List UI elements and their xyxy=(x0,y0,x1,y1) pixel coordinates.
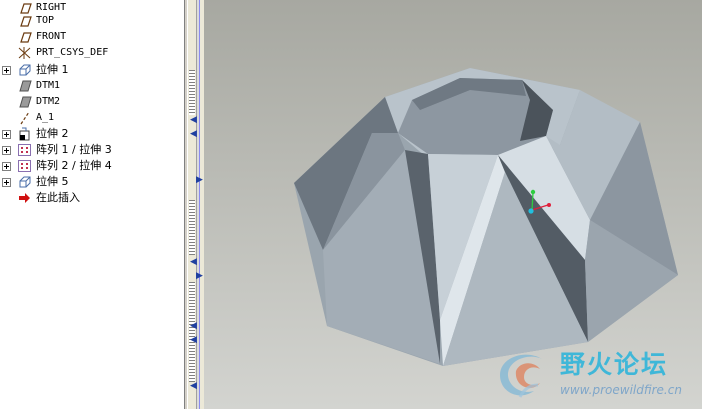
expand-toggle-icon[interactable] xyxy=(2,66,11,75)
triad-y-tip xyxy=(530,189,536,195)
tree-item-label: TOP xyxy=(36,15,55,26)
expand-toggle-icon[interactable] xyxy=(2,162,11,171)
model-tree: RIGHT TOP FRONT PRT_CSYS_DEF 拉伸 1 DTM1 D… xyxy=(0,0,184,409)
tree-item-extrude-1[interactable]: 拉伸 1 xyxy=(0,62,184,78)
expand-right-arrow-icon[interactable]: ▶ xyxy=(196,176,203,185)
tree-item-front[interactable]: FRONT xyxy=(0,29,184,45)
tree-item-label: FRONT xyxy=(36,31,67,42)
datum-axis-icon xyxy=(20,111,30,125)
tree-item-extrude-5[interactable]: 拉伸 5 xyxy=(0,174,184,190)
tree-item-label: A_1 xyxy=(36,112,55,123)
collapse-left-arrow-icon[interactable]: ◀ xyxy=(190,116,197,125)
tree-item-label: 拉伸 1 xyxy=(36,63,69,76)
insert-here-arrow-icon xyxy=(19,193,30,203)
datum-plane-shaded-icon xyxy=(19,80,32,92)
forum-watermark: 野火论坛 www.proewildfire.cn xyxy=(488,343,698,405)
datum-plane-icon xyxy=(20,32,32,43)
extrude-icon xyxy=(19,176,31,188)
datum-plane-icon xyxy=(20,16,32,27)
tree-item-dtm1[interactable]: DTM1 xyxy=(0,78,184,94)
splitter-grip[interactable] xyxy=(189,200,195,255)
watermark-url: www.proewildfire.cn xyxy=(560,383,682,397)
expand-toggle-icon[interactable] xyxy=(2,146,11,155)
tree-item-prt-csys-def[interactable]: PRT_CSYS_DEF xyxy=(0,45,184,61)
splitter-rail xyxy=(196,0,200,409)
tree-item-top[interactable]: TOP xyxy=(0,13,184,29)
splitter-rail xyxy=(184,0,188,409)
tree-item-label: 拉伸 2 xyxy=(36,127,69,140)
collapse-left-arrow-icon[interactable]: ◀ xyxy=(190,322,197,331)
collapse-left-arrow-icon[interactable]: ◀ xyxy=(190,258,197,267)
expand-toggle-icon[interactable] xyxy=(2,178,11,187)
tree-item-pattern-1[interactable]: 阵列 1 / 拉伸 3 xyxy=(0,142,184,158)
collapse-left-arrow-icon[interactable]: ◀ xyxy=(190,130,197,139)
expand-toggle-icon[interactable] xyxy=(2,130,11,139)
triad-origin xyxy=(528,208,534,214)
tree-item-label: 拉伸 5 xyxy=(36,175,69,188)
tree-item-extrude-2[interactable]: 拉伸 2 xyxy=(0,126,184,142)
collapse-left-arrow-icon[interactable]: ◀ xyxy=(190,382,197,391)
panel-splitter[interactable]: ◀ ◀ ▶ ◀ ▶ ◀ ◀ ◀ xyxy=(184,0,204,409)
watermark-title: 野火论坛 xyxy=(560,350,669,379)
tree-item-label: DTM1 xyxy=(36,80,61,91)
extrude-cut-icon xyxy=(19,127,30,141)
extrude-icon xyxy=(19,64,31,76)
pattern-icon xyxy=(18,160,31,172)
tree-item-label: 在此插入 xyxy=(36,191,80,204)
expand-right-arrow-icon[interactable]: ▶ xyxy=(196,272,203,281)
coordinate-system-icon xyxy=(18,47,31,59)
tree-item-pattern-2[interactable]: 阵列 2 / 拉伸 4 xyxy=(0,158,184,174)
splitter-grip[interactable] xyxy=(189,282,195,382)
tree-item-label: 阵列 2 / 拉伸 4 xyxy=(36,159,112,172)
tree-item-label: PRT_CSYS_DEF xyxy=(36,47,109,58)
tree-item-label: 阵列 1 / 拉伸 3 xyxy=(36,143,112,156)
tree-item-insert-here[interactable]: 在此插入 xyxy=(0,190,184,206)
splitter-grip[interactable] xyxy=(189,70,195,115)
collapse-left-arrow-icon[interactable]: ◀ xyxy=(190,336,197,345)
tree-item-a-1[interactable]: A_1 xyxy=(0,110,184,126)
tree-item-dtm2[interactable]: DTM2 xyxy=(0,94,184,110)
datum-plane-shaded-icon xyxy=(19,96,32,108)
pattern-icon xyxy=(18,144,31,156)
tree-item-label: DTM2 xyxy=(36,96,61,107)
triad-x-tip xyxy=(547,203,551,207)
fire-logo-icon xyxy=(500,354,542,398)
